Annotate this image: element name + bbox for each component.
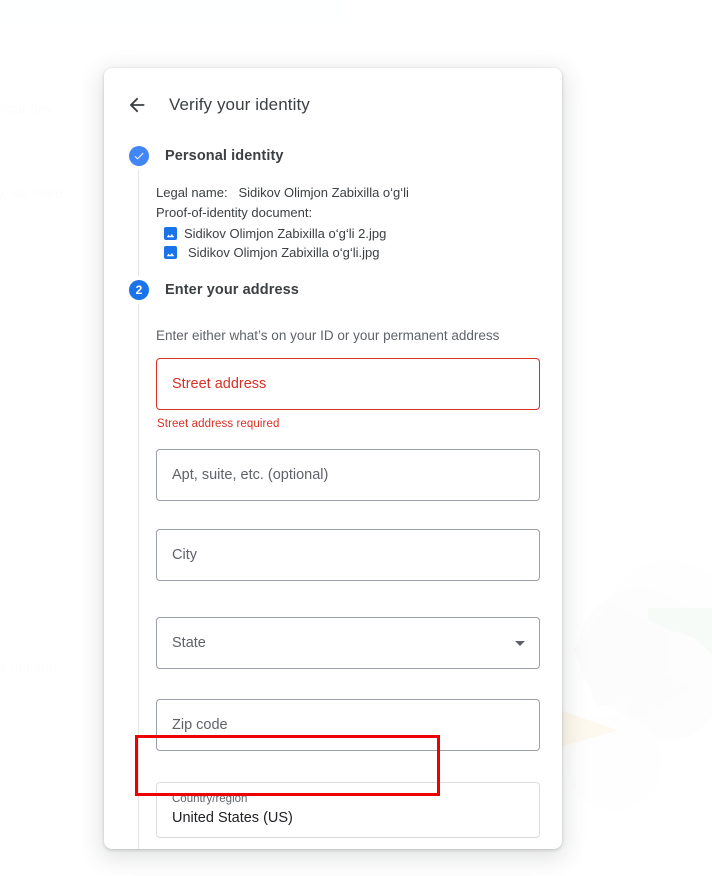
chevron-down-icon (515, 641, 525, 646)
address-form: Enter either what’s on your ID or your p… (138, 304, 562, 849)
verification-steps: Personal identity Legal name: Sidikov Ol… (104, 142, 562, 849)
country-region-field[interactable]: Country/region United States (US) (156, 782, 540, 838)
street-address-placeholder: Street address (172, 376, 267, 392)
image-file-icon (164, 227, 177, 240)
city-input[interactable]: City (156, 529, 540, 581)
city-placeholder: City (172, 547, 197, 563)
zip-code-input[interactable]: Zip code (156, 699, 540, 751)
step-label: Personal identity (165, 148, 284, 164)
country-region-label: Country/region (172, 793, 248, 805)
step-personal-identity: Personal identity (104, 142, 562, 170)
legal-name-label: Legal name: (156, 185, 228, 200)
dialog-header: Verify your identity (104, 68, 562, 124)
legal-name-value: Sidikov Olimjon Zabixilla o‘g‘li (238, 185, 409, 200)
street-address-error: Street address required (157, 418, 280, 430)
list-item[interactable]: Sidikov Olimjon Zabixilla o‘g‘li.jpg (156, 243, 562, 262)
proof-document-list: Sidikov Olimjon Zabixilla o‘g‘li 2.jpg S… (156, 224, 562, 262)
step-label: Enter your address (165, 282, 299, 298)
verify-identity-dialog: Verify your identity Personal identity L… (104, 68, 562, 849)
file-name: Sidikov Olimjon Zabixilla o‘g‘li.jpg (188, 245, 380, 260)
file-name: Sidikov Olimjon Zabixilla o‘g‘li 2.jpg (184, 226, 387, 241)
address-hint: Enter either what’s on your ID or your p… (156, 328, 500, 343)
step-enter-address: 2 Enter your address (104, 276, 562, 304)
state-placeholder: State (172, 635, 206, 651)
list-item[interactable]: Sidikov Olimjon Zabixilla o‘g‘li 2.jpg (156, 224, 562, 243)
proof-document-label: Proof-of-identity document: (156, 205, 313, 220)
step-number-badge: 2 (129, 280, 149, 300)
image-file-icon (164, 246, 177, 259)
street-address-input[interactable]: Street address (156, 358, 540, 410)
screen: cess to in your dev ty ogle Play, we nee… (0, 0, 712, 876)
check-circle-icon (129, 146, 149, 166)
dialog-title: Verify your identity (169, 95, 310, 114)
arrow-left-icon[interactable] (125, 93, 149, 117)
state-select[interactable]: State (156, 617, 540, 669)
apt-suite-placeholder: Apt, suite, etc. (optional) (172, 467, 329, 483)
zip-code-placeholder: Zip code (172, 717, 228, 733)
apt-suite-input[interactable]: Apt, suite, etc. (optional) (156, 449, 540, 501)
country-region-value: United States (US) (172, 810, 293, 826)
legal-name-row: Legal name: Sidikov Olimjon Zabixilla o‘… (156, 183, 562, 203)
personal-identity-details: Legal name: Sidikov Olimjon Zabixilla o‘… (138, 170, 562, 276)
